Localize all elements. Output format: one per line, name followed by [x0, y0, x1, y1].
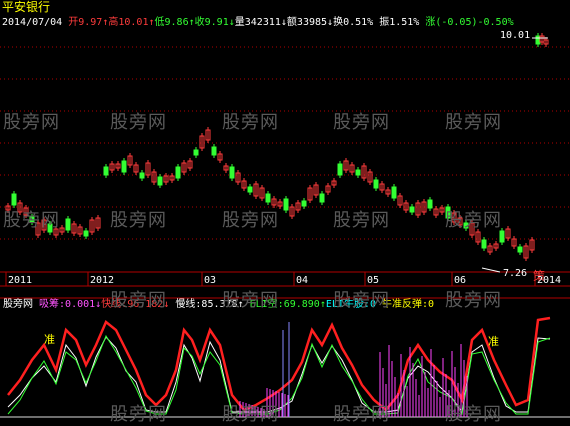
candle-body-70	[427, 199, 433, 209]
time-label-04: 04	[296, 275, 309, 286]
watermark-8: 股旁网	[222, 210, 279, 231]
watermark-10: 股旁网	[445, 210, 502, 231]
time-label-06: 06	[454, 275, 467, 286]
candle-body-1	[11, 193, 17, 206]
candle-body-31	[193, 149, 199, 156]
amplitude-stat: 振1.51%	[379, 17, 420, 28]
candle-body-43	[265, 193, 271, 203]
candle-body-52	[319, 193, 325, 203]
watermark-6: 股旁网	[3, 210, 60, 231]
price-min-label: 7.26	[503, 268, 528, 279]
watermark-3: 股旁网	[222, 112, 279, 133]
candlestick-series	[5, 33, 549, 273]
watermark-12: 股旁网	[222, 290, 279, 311]
ohlc-bar: 2014/07/04 开9.97↑高10.01↑低9.86↑收9.91↓量342…	[2, 17, 514, 29]
watermark-17: 股旁网	[333, 404, 390, 425]
time-label-05: 05	[367, 275, 380, 286]
watermark-7: 股旁网	[110, 210, 167, 231]
candle-body-28	[175, 166, 181, 179]
watermark-4: 股旁网	[333, 112, 390, 133]
time-label-2014: 2014	[537, 275, 562, 286]
high-stat: 高10.01↑	[108, 17, 155, 28]
xichou-value: 吸筹:0.001↓	[39, 299, 102, 310]
candle-body-85	[517, 246, 523, 253]
volume-stat: 量342311↓	[234, 17, 287, 28]
change-stat: 涨(-0.05)-0.50%	[425, 17, 514, 28]
candle-body-64	[391, 186, 397, 199]
stock-name: 平安银行	[2, 0, 51, 14]
open-stat: 开9.97↑	[68, 17, 109, 28]
turnover-stat: 换0.51%	[333, 17, 374, 28]
watermark-9: 股旁网	[333, 210, 390, 231]
zhun-marker-1: 准	[44, 333, 55, 346]
amount-stat: 额33985↓	[286, 17, 334, 28]
candle-body-19	[121, 160, 127, 173]
watermark-13: 股旁网	[333, 290, 390, 311]
watermark-16: 股旁网	[222, 404, 279, 425]
low-stat: 低9.86↑	[154, 17, 195, 28]
date-value: 2014/07/04	[2, 17, 63, 28]
time-label-03: 03	[204, 275, 217, 286]
candle-body-46	[283, 198, 289, 211]
candle-body-10	[65, 218, 71, 231]
time-label-2011: 2011	[8, 275, 33, 286]
candle-body-58	[355, 169, 361, 176]
candle-body-82	[499, 230, 505, 243]
zhun-marker-2: 准	[488, 335, 499, 348]
candle-body-79	[481, 239, 487, 249]
watermark-18: 股旁网	[445, 404, 502, 425]
candle-body-55	[337, 163, 343, 176]
watermark-11: 股旁网	[110, 290, 167, 311]
candle-body-22	[139, 172, 145, 179]
time-label-2012: 2012	[90, 275, 115, 286]
candle-body-67	[409, 206, 415, 213]
candle-body-16	[103, 166, 109, 176]
candle-body-34	[211, 146, 217, 156]
candle-body-25	[157, 176, 163, 186]
candle-body-88	[535, 35, 541, 45]
close-stat: 收9.91↓	[194, 17, 235, 28]
candle-body-40	[247, 186, 253, 193]
candle-body-61	[373, 179, 379, 189]
watermark-2: 股旁网	[110, 112, 167, 133]
stock-title: 平安银行	[2, 1, 50, 13]
watermark-5: 股旁网	[445, 112, 502, 133]
candle-body-13	[83, 230, 89, 237]
watermark-15: 股旁网	[110, 404, 167, 425]
candle-body-37	[229, 166, 235, 179]
watermark-1: 股旁网	[3, 112, 60, 133]
indicator-name: 股旁网	[3, 299, 33, 310]
watermark-14: 股旁网	[445, 290, 502, 311]
price-max-label: 10.01	[500, 30, 531, 41]
min-price-pointer	[481, 267, 501, 273]
candle-body-49	[301, 200, 307, 207]
